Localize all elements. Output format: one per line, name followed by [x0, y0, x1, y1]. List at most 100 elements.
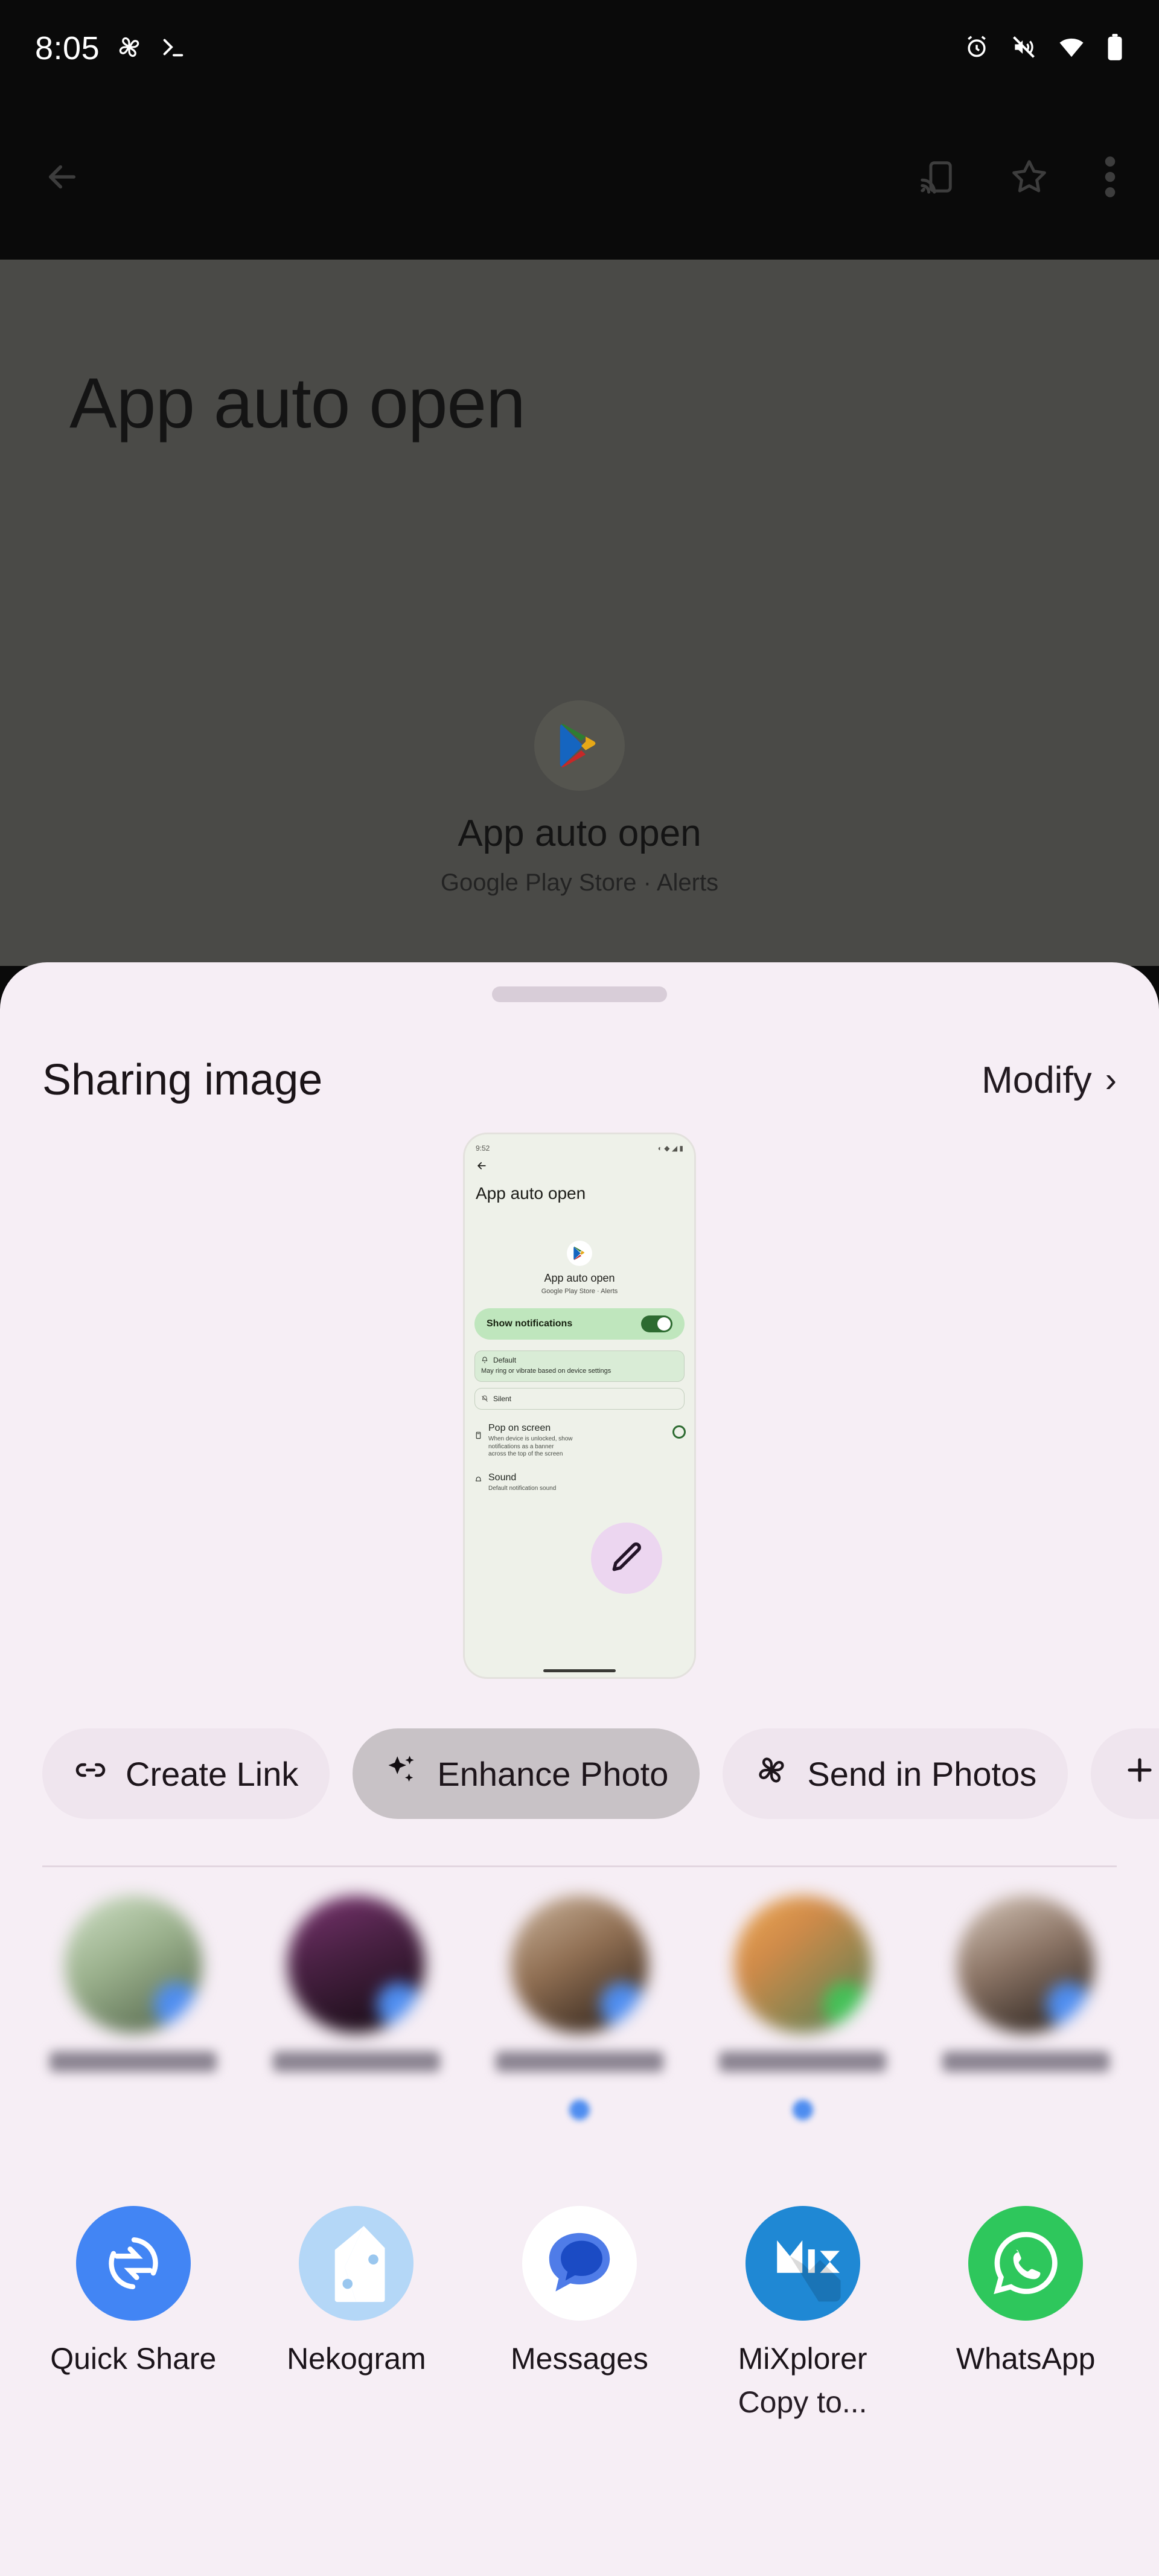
- preview-sound-row: Sound Default notification sound: [474, 1472, 685, 1493]
- wifi-icon: [1058, 33, 1085, 64]
- status-clock: 8:05: [35, 30, 100, 67]
- quick-share-icon: [76, 2206, 191, 2321]
- app-target-label: Messages: [511, 2341, 648, 2376]
- app-target-label: WhatsApp: [956, 2341, 1096, 2376]
- terminal-icon: [159, 33, 187, 64]
- preview-screenshot: 9:52 ◐ ◆ ◢ ▮ App auto open: [463, 1133, 696, 1679]
- contact-app-badge: [823, 1983, 868, 2027]
- preview-silent-title-row: Silent: [481, 1395, 511, 1403]
- contact-app-badge: [1046, 1983, 1091, 2027]
- chip-create-link[interactable]: Create Link: [42, 1728, 330, 1819]
- preview-default-card: Default May ring or vibrate based on dev…: [474, 1350, 685, 1382]
- toolbar-actions: [918, 156, 1117, 201]
- contact-app-badge: [377, 1983, 421, 2027]
- contact-name: [496, 2051, 663, 2072]
- preview-sound-title: Sound: [488, 1472, 556, 1483]
- app-target-mixplorer[interactable]: MiXplorer Copy to...: [691, 2206, 915, 2472]
- chip-send-in-photos[interactable]: Send in Photos: [723, 1728, 1068, 1819]
- contact-name: [273, 2051, 440, 2072]
- chip-enhance-photo[interactable]: Enhance Photo: [353, 1728, 700, 1819]
- preview-status-time: 9:52: [476, 1144, 490, 1152]
- avatar: [734, 1896, 872, 2033]
- plus-icon: [1122, 1753, 1157, 1795]
- phone-screen: 8:05: [0, 0, 1159, 2576]
- preview-show-notifications-label: Show notifications: [487, 1318, 572, 1329]
- app-target-label: Nekogram: [287, 2341, 426, 2376]
- pinwheel-icon: [754, 1753, 789, 1795]
- avatar: [287, 1896, 425, 2033]
- battery-icon: [1106, 33, 1124, 64]
- star-icon[interactable]: [1009, 157, 1049, 200]
- contact-app-badge: [154, 1983, 199, 2027]
- cast-icon[interactable]: [918, 158, 955, 199]
- contact-suggestion-row: [0, 1896, 1159, 2173]
- contact-name: [49, 2051, 217, 2072]
- app-target-label: MiXplorer: [738, 2341, 867, 2376]
- avatar: [65, 1896, 202, 2033]
- messages-icon: [522, 2206, 637, 2321]
- preview-pop-on-screen-row: Pop on screen When device is unlocked, s…: [474, 1423, 685, 1459]
- volume-mute-icon: [1011, 34, 1037, 63]
- status-bar-left: 8:05: [35, 30, 187, 67]
- mixplorer-icon: [746, 2206, 860, 2321]
- background-app-subtitle: Google Play Store · Alerts: [0, 869, 1159, 896]
- app-toolbar: [0, 97, 1159, 260]
- preview-silent-label: Silent: [493, 1395, 511, 1403]
- app-target-whatsapp[interactable]: WhatsApp: [914, 2206, 1137, 2472]
- preview-silent-card: Silent: [474, 1388, 685, 1410]
- whatsapp-icon: [968, 2206, 1083, 2321]
- alarm-icon: [963, 34, 990, 63]
- modify-button[interactable]: Modify ›: [982, 1059, 1117, 1102]
- chip-add-more[interactable]: A: [1091, 1728, 1159, 1819]
- share-sheet: Sharing image Modify › 9:52 ◐ ◆ ◢ ▮ App …: [0, 962, 1159, 2576]
- app-target-nekogram[interactable]: Nekogram: [245, 2206, 468, 2472]
- preview-show-notifications-toggle: [641, 1315, 672, 1332]
- pencil-edit-icon[interactable]: [591, 1523, 662, 1594]
- preview-google-play-icon: [567, 1241, 592, 1266]
- sheet-header: Sharing image Modify ›: [0, 1035, 1159, 1125]
- preview-sound-desc: Default notification sound: [488, 1485, 556, 1493]
- preview-show-notifications-row: Show notifications: [474, 1308, 685, 1340]
- sheet-title: Sharing image: [42, 1055, 322, 1105]
- page-title: App auto open: [69, 362, 525, 444]
- photos-pinwheel-icon: [115, 33, 143, 64]
- contact-status-dot: [569, 2100, 590, 2120]
- preview-status-icons: ◐ ◆ ◢ ▮: [658, 1144, 683, 1152]
- preview-pop-title: Pop on screen: [488, 1423, 573, 1434]
- background-app-content: App auto open App auto open Google Play …: [0, 260, 1159, 966]
- contact-name: [719, 2051, 886, 2072]
- preview-app-name: App auto open: [465, 1272, 694, 1285]
- app-target-quick-share[interactable]: Quick Share: [22, 2206, 245, 2472]
- chip-send-in-photos-label: Send in Photos: [807, 1754, 1036, 1794]
- preview-pop-toggle-icon: [672, 1425, 686, 1439]
- chevron-right-icon: ›: [1105, 1063, 1117, 1098]
- status-bar: 8:05: [0, 0, 1159, 97]
- contact-item[interactable]: [245, 1896, 468, 2173]
- avatar: [511, 1896, 648, 2033]
- app-target-messages[interactable]: Messages: [468, 2206, 691, 2472]
- contact-item[interactable]: [691, 1896, 915, 2173]
- preview-default-desc: May ring or vibrate based on device sett…: [481, 1367, 678, 1375]
- preview-default-title-row: Default: [481, 1356, 678, 1364]
- avatar: [957, 1896, 1094, 2033]
- preview-back-arrow-icon: [476, 1160, 488, 1175]
- preview-pop-desc: When device is unlocked, show notificati…: [488, 1436, 573, 1459]
- preview-default-label: Default: [493, 1356, 516, 1364]
- app-target-sublabel: Copy to...: [738, 2385, 867, 2420]
- action-chip-row: Create Link Enhance Photo: [0, 1719, 1159, 1828]
- contact-item[interactable]: [22, 1896, 245, 2173]
- overflow-menu-icon[interactable]: [1103, 156, 1117, 201]
- contact-name: [942, 2051, 1110, 2072]
- preview-heading: App auto open: [476, 1184, 586, 1203]
- contact-item[interactable]: [914, 1896, 1137, 2173]
- contact-item[interactable]: [468, 1896, 691, 2173]
- image-preview[interactable]: 9:52 ◐ ◆ ◢ ▮ App auto open: [463, 1133, 696, 1679]
- background-app-name: App auto open: [0, 812, 1159, 855]
- chip-enhance-photo-label: Enhance Photo: [437, 1754, 668, 1794]
- contact-app-badge: [600, 1983, 645, 2027]
- preview-app-subtitle: Google Play Store · Alerts: [465, 1288, 694, 1295]
- sparkle-icon: [384, 1753, 419, 1795]
- sheet-drag-handle[interactable]: [492, 986, 667, 1002]
- preview-gesture-bar: [543, 1669, 616, 1672]
- back-arrow-icon[interactable]: [42, 157, 82, 200]
